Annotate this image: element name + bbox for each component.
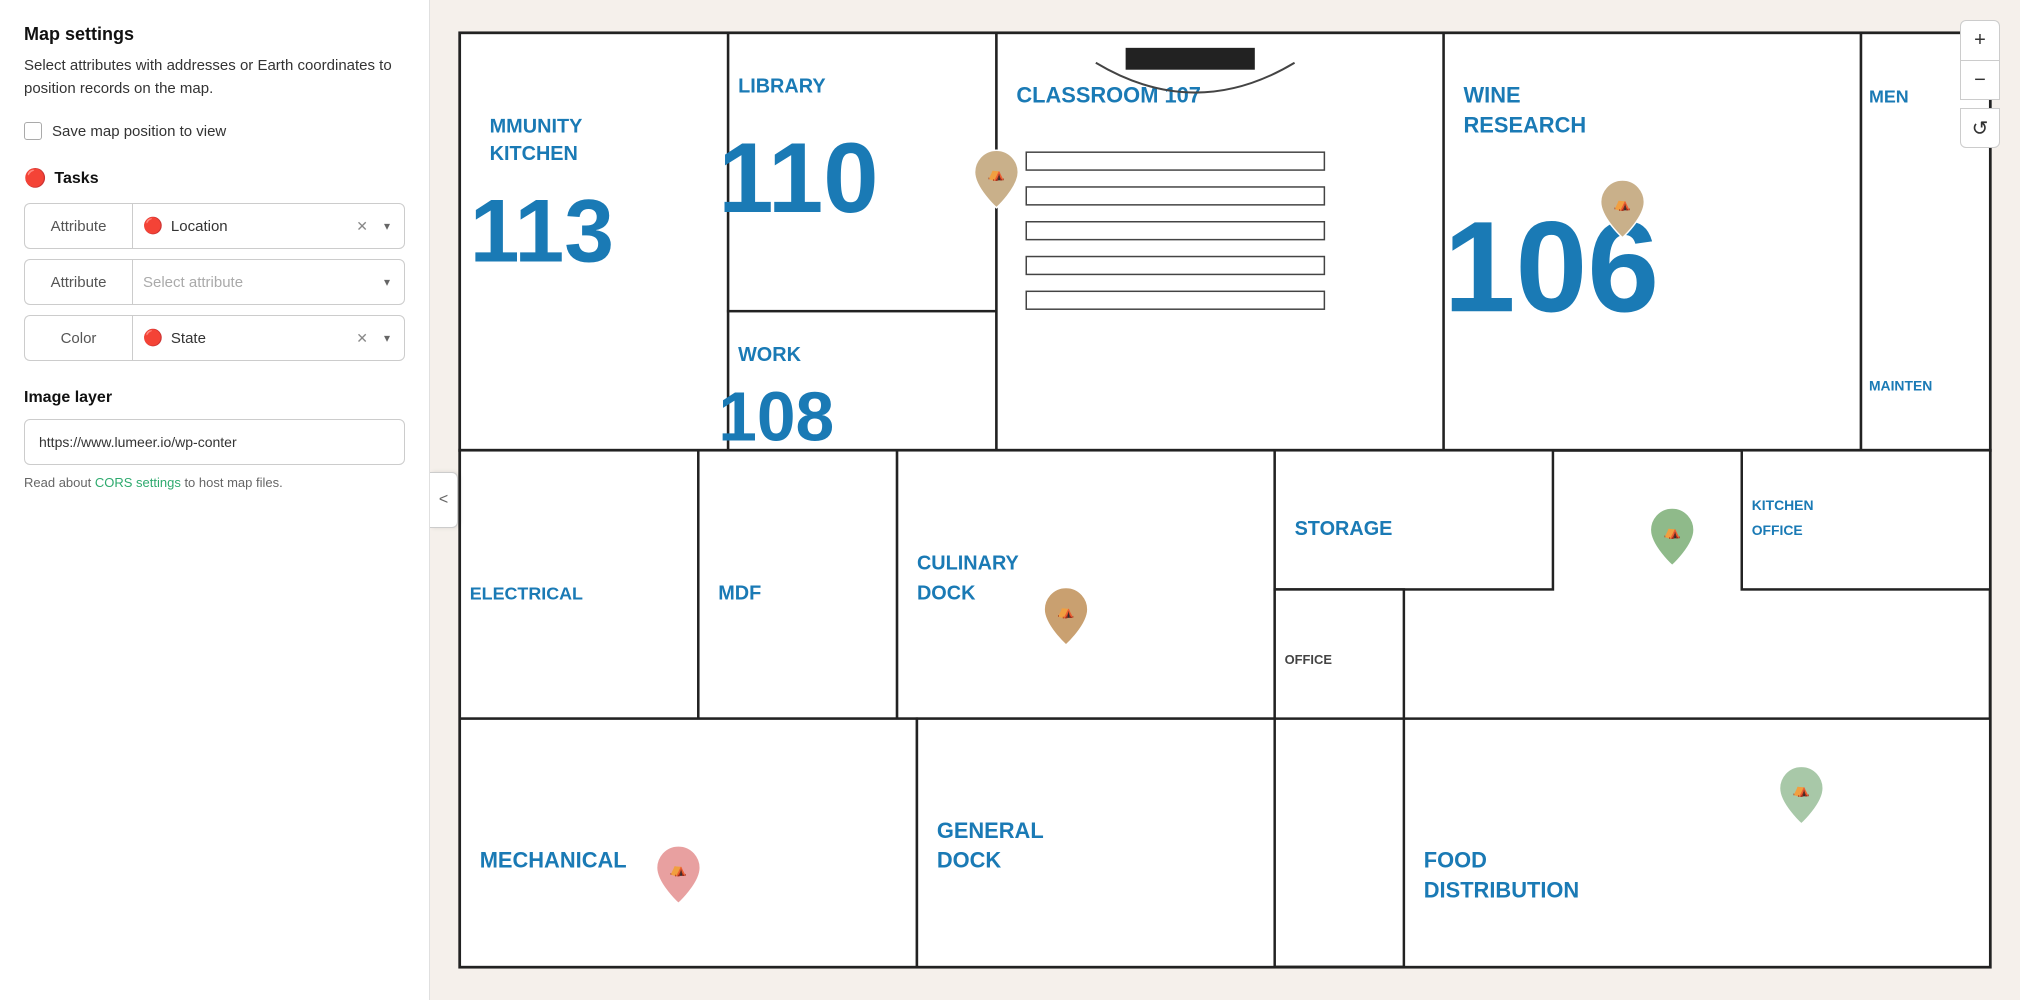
svg-text:MDF: MDF [718,582,761,604]
svg-text:OFFICE: OFFICE [1285,652,1333,667]
cors-note-after: to host map files. [181,475,283,490]
svg-text:113: 113 [470,181,614,281]
svg-text:WINE: WINE [1464,83,1521,108]
save-position-row[interactable]: Save map position to view [24,122,405,140]
color-value-btn[interactable]: 🔴 State ✕ ▾ [132,315,405,361]
cors-note-before: Read about [24,475,95,490]
cors-link[interactable]: CORS settings [95,475,181,490]
svg-text:MEN: MEN [1869,87,1909,107]
color-label: Color [24,315,132,361]
image-layer-title: Image layer [24,389,405,407]
zoom-out-button[interactable]: − [1960,60,2000,100]
svg-text:DISTRIBUTION: DISTRIBUTION [1424,878,1579,903]
svg-text:ELECTRICAL: ELECTRICAL [470,583,583,603]
save-position-label: Save map position to view [52,123,226,140]
attribute-label-1: Attribute [24,203,132,249]
svg-text:DOCK: DOCK [917,582,976,604]
svg-text:MMUNITY: MMUNITY [490,115,583,137]
tasks-icon: 🔴 [24,168,46,189]
attribute-value-btn-1[interactable]: 🔴 Location ✕ ▾ [132,203,405,249]
image-layer-section: Image layer Read about CORS settings to … [24,389,405,490]
cors-note: Read about CORS settings to host map fil… [24,475,405,490]
svg-text:RESEARCH: RESEARCH [1464,112,1587,137]
color-row: Color 🔴 State ✕ ▾ [24,315,405,361]
panel-description: Select attributes with addresses or Eart… [24,55,405,100]
attribute-value-btn-2[interactable]: Select attribute ▾ [132,259,405,305]
attribute-row-1: Attribute 🔴 Location ✕ ▾ [24,203,405,249]
svg-text:FOOD: FOOD [1424,848,1487,873]
collapse-panel-button[interactable]: < [430,472,458,528]
svg-text:CULINARY: CULINARY [917,553,1019,575]
svg-text:108: 108 [718,377,834,455]
collapse-icon: < [439,491,448,509]
svg-text:⛺: ⛺ [1614,195,1631,212]
zoom-in-button[interactable]: + [1960,20,2000,60]
tasks-section-header: 🔴 Tasks [24,168,405,189]
map-area[interactable]: < + − ↺ MMUNITY KITCHEN 113 LIBRARY 110 … [430,0,2020,1000]
svg-text:DOCK: DOCK [937,848,1002,873]
svg-text:⛺: ⛺ [1793,781,1810,798]
map-controls: + − ↺ [1960,20,2000,148]
attribute-dropdown-btn-2[interactable]: ▾ [380,273,394,291]
attribute-clear-btn-1[interactable]: ✕ [352,216,372,237]
svg-text:⛺: ⛺ [670,861,687,878]
svg-text:⛺: ⛺ [1664,523,1681,540]
reset-button[interactable]: ↺ [1960,108,2000,148]
settings-panel: Map settings Select attributes with addr… [0,0,430,1000]
svg-text:⛺: ⛺ [1057,602,1074,619]
svg-text:KITCHEN: KITCHEN [490,143,578,165]
attribute-value-icon-1: 🔴 [143,216,163,236]
svg-text:GENERAL: GENERAL [937,818,1044,843]
svg-text:KITCHEN: KITCHEN [1752,497,1814,513]
svg-text:CLASSROOM 107: CLASSROOM 107 [1016,83,1201,108]
attribute-label-2: Attribute [24,259,132,305]
color-dropdown-btn[interactable]: ▾ [380,329,394,347]
svg-text:STORAGE: STORAGE [1295,518,1393,540]
color-value-text: State [171,330,342,347]
attribute-value-text-1: Location [171,218,342,235]
svg-text:LIBRARY: LIBRARY [738,76,826,98]
color-clear-btn[interactable]: ✕ [352,328,372,349]
tasks-label: Tasks [54,170,98,188]
save-position-checkbox[interactable] [24,122,42,140]
svg-text:⛺: ⛺ [988,165,1005,182]
svg-text:WORK: WORK [738,344,802,366]
svg-text:OFFICE: OFFICE [1752,522,1803,538]
image-url-input[interactable] [24,419,405,465]
attribute-row-2: Attribute Select attribute ▾ [24,259,405,305]
panel-title: Map settings [24,24,405,45]
floor-plan-svg: MMUNITY KITCHEN 113 LIBRARY 110 WORK 108… [430,0,2020,1000]
color-value-icon: 🔴 [143,328,163,348]
svg-text:MECHANICAL: MECHANICAL [480,848,627,873]
attribute-dropdown-btn-1[interactable]: ▾ [380,217,394,235]
svg-text:MAINTEN: MAINTEN [1869,378,1932,394]
svg-text:110: 110 [718,123,878,234]
attribute-placeholder-2: Select attribute [143,274,372,291]
